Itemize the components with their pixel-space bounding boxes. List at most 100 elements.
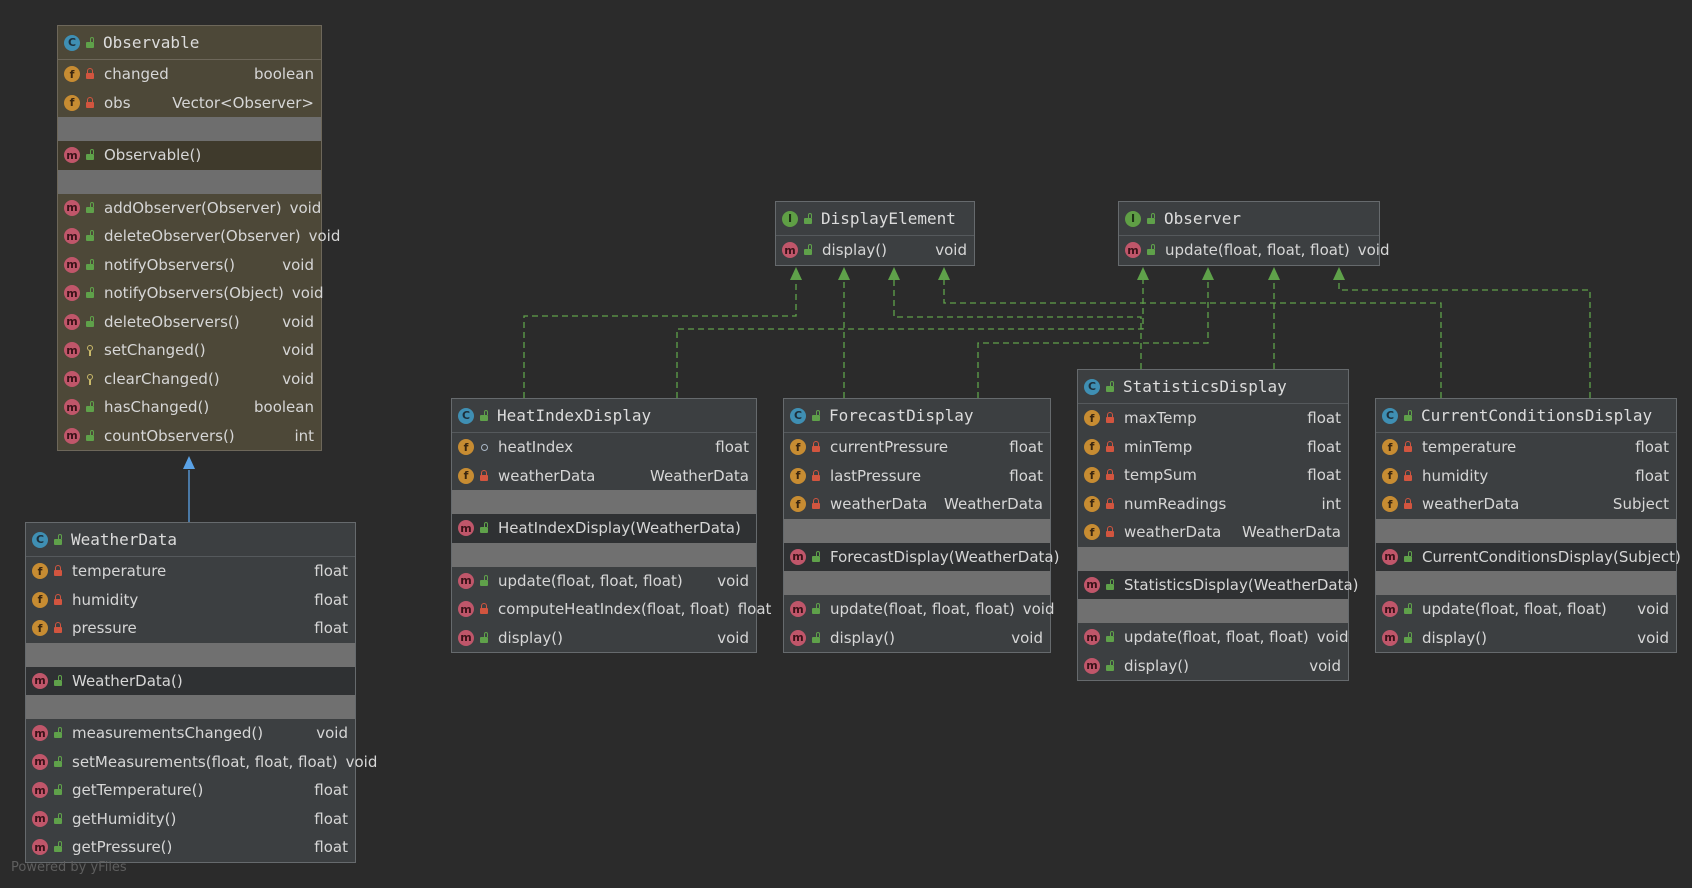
class-kind-icon: C: [64, 34, 80, 51]
member-type: void: [282, 369, 314, 388]
method-row[interactable]: m display() void: [784, 624, 1050, 653]
interface-observer[interactable]: I Observer m update(float, float, float) v…: [1118, 201, 1389, 266]
field-row[interactable]: f weatherData Subject: [1376, 490, 1676, 519]
class-header[interactable]: C CurrentConditionsDisplay: [1376, 399, 1676, 433]
member-type: boolean: [254, 398, 314, 417]
method-row[interactable]: m hasChanged() boolean: [58, 393, 321, 422]
heat-index-realizes-observer-edge: [676, 280, 1144, 398]
field-row[interactable]: f currentPressure float: [784, 433, 1050, 462]
method-icon: m: [790, 629, 806, 646]
field-row[interactable]: f weatherData WeatherData: [784, 490, 1050, 519]
class-weather-data[interactable]: C WeatherData f temperature float f humidity…: [25, 522, 377, 863]
class-statistics-display[interactable]: C StatisticsDisplay f maxTemp float f minTem…: [1077, 369, 1359, 681]
method-row[interactable]: m notifyObservers(Object) void: [58, 279, 324, 308]
section-separator: [26, 642, 355, 667]
constructor-row[interactable]: m Observable(): [58, 141, 321, 170]
method-row[interactable]: m measurementsChanged() void: [26, 719, 355, 748]
field-row[interactable]: f maxTemp float: [1078, 404, 1348, 433]
method-row[interactable]: m getTemperature() float: [26, 776, 355, 805]
field-row[interactable]: f humidity float: [1376, 462, 1676, 491]
method-row[interactable]: m getPressure() float: [26, 833, 355, 862]
method-row[interactable]: m display() void: [1376, 624, 1676, 653]
member-type: float: [314, 781, 348, 800]
method-row[interactable]: m update(float, float, float) void: [1119, 236, 1389, 265]
member-name: display(): [1124, 656, 1189, 675]
field-row[interactable]: f weatherData WeatherData: [1078, 518, 1348, 547]
field-row[interactable]: f lastPressure float: [784, 462, 1050, 491]
constructor-row[interactable]: m ForecastDisplay(WeatherData): [784, 542, 1059, 571]
class-header[interactable]: C StatisticsDisplay: [1078, 370, 1348, 404]
constructor-row[interactable]: m HeatIndexDisplay(WeatherData): [452, 514, 756, 543]
method-row[interactable]: m deleteObserver(Observer) void: [58, 222, 340, 251]
public-visibility-icon: [1403, 551, 1413, 563]
class-forecast-display[interactable]: C ForecastDisplay f currentPressure float f…: [783, 398, 1059, 653]
method-row[interactable]: m update(float, float, float) void: [452, 567, 756, 596]
package-visibility-icon: [479, 441, 489, 453]
method-row[interactable]: m display() void: [776, 236, 974, 265]
class-title: CurrentConditionsDisplay: [1421, 406, 1653, 425]
method-row[interactable]: m countObservers() int: [58, 422, 321, 451]
field-row[interactable]: f changed boolean: [58, 60, 321, 89]
public-visibility-icon: [811, 551, 821, 563]
member-name: humidity: [1422, 466, 1489, 485]
class-current-conditions-display[interactable]: C CurrentConditionsDisplay f temperature f…: [1375, 398, 1681, 653]
field-row[interactable]: f numReadings int: [1078, 490, 1348, 519]
public-visibility-icon: [1146, 213, 1156, 225]
methods-section: m update(float, float, float) void: [1119, 236, 1389, 265]
class-header[interactable]: C Observable: [58, 26, 321, 60]
field-row[interactable]: f temperature float: [1376, 433, 1676, 462]
method-row[interactable]: m notifyObservers() void: [58, 251, 321, 280]
constructor-row[interactable]: m StatisticsDisplay(WeatherData): [1078, 570, 1359, 599]
member-name: getHumidity(): [72, 809, 177, 828]
class-header[interactable]: I DisplayElement: [776, 202, 974, 236]
private-visibility-icon: [85, 68, 95, 80]
class-header[interactable]: C HeatIndexDisplay: [452, 399, 756, 433]
method-row[interactable]: m setMeasurements(float, float, float) voi…: [26, 748, 377, 777]
method-row[interactable]: m clearChanged() void: [58, 365, 321, 394]
constructor-row[interactable]: m CurrentConditionsDisplay(Subject): [1376, 542, 1681, 571]
field-row[interactable]: f temperature float: [26, 557, 355, 586]
class-header[interactable]: C ForecastDisplay: [784, 399, 1050, 433]
constructors-section: m CurrentConditionsDisplay(Subject): [1376, 542, 1681, 571]
method-row[interactable]: m deleteObservers() void: [58, 308, 321, 337]
method-row[interactable]: m getHumidity() float: [26, 805, 355, 834]
member-name: update(float, float, float): [1165, 241, 1350, 260]
field-row[interactable]: f weatherData WeatherData: [452, 462, 756, 491]
field-row[interactable]: f obs Vector<Observer>: [58, 89, 321, 118]
class-kind-icon: C: [790, 407, 806, 424]
protected-visibility-icon: [85, 373, 95, 385]
method-row[interactable]: m setChanged() void: [58, 336, 321, 365]
method-row[interactable]: m display() void: [452, 624, 756, 653]
field-row[interactable]: f minTemp float: [1078, 433, 1348, 462]
class-observable[interactable]: C Observable f changed boolean f obs Vector<O…: [57, 25, 340, 451]
method-row[interactable]: m update(float, float, float) void: [784, 595, 1054, 624]
class-header[interactable]: C WeatherData: [26, 523, 355, 557]
field-row[interactable]: f humidity float: [26, 586, 355, 615]
interface-display-element[interactable]: I DisplayElement m display() void: [775, 201, 975, 266]
member-name: obs: [104, 93, 131, 112]
field-row[interactable]: f pressure float: [26, 614, 355, 643]
method-row[interactable]: m display() void: [1078, 652, 1348, 681]
class-header[interactable]: I Observer: [1119, 202, 1379, 236]
section-separator: [1078, 599, 1348, 623]
constructor-row[interactable]: m WeatherData(): [26, 666, 355, 695]
method-row[interactable]: m update(float, float, float) void: [1078, 623, 1348, 652]
section-separator: [452, 490, 756, 514]
fields-section: f temperature float f humidity float f pressure…: [26, 557, 355, 643]
member-type: float: [1307, 437, 1341, 456]
field-row[interactable]: f tempSum float: [1078, 461, 1348, 490]
method-icon: m: [1084, 576, 1100, 593]
private-visibility-icon: [811, 498, 821, 510]
public-visibility-icon: [811, 603, 821, 615]
class-heat-index-display[interactable]: C HeatIndexDisplay f heatIndex float f weath…: [451, 398, 771, 653]
method-row[interactable]: m computeHeatIndex(float, float) float: [452, 595, 771, 624]
method-row[interactable]: m addObserver(Observer) void: [58, 194, 321, 223]
constructors-section: m StatisticsDisplay(WeatherData): [1078, 570, 1359, 599]
methods-section: m update(float, float, float) void m display…: [1078, 623, 1348, 680]
field-icon: f: [458, 467, 474, 484]
method-row[interactable]: m update(float, float, float) void: [1376, 595, 1676, 624]
field-icon: f: [32, 620, 48, 637]
section-separator: [58, 117, 321, 141]
field-row[interactable]: f heatIndex float: [452, 433, 756, 462]
member-type: void: [345, 752, 378, 771]
